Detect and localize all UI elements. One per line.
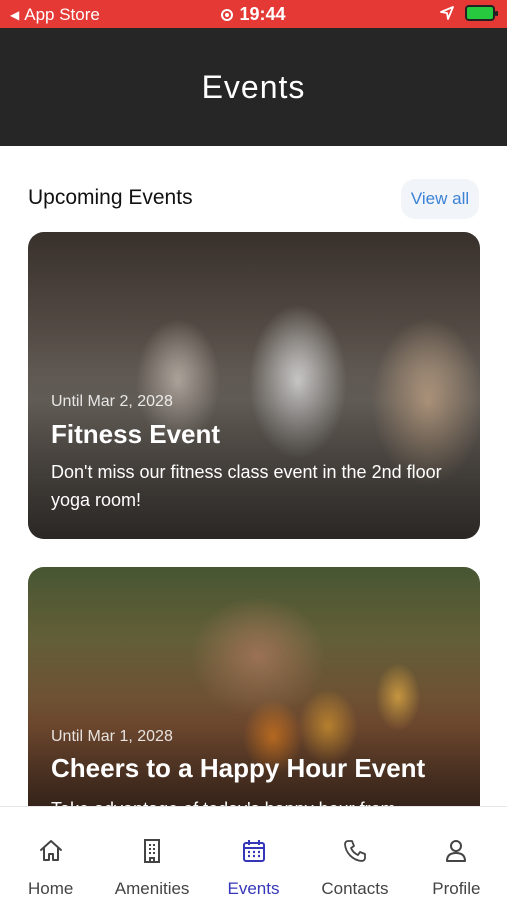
page-title: Events — [201, 68, 306, 105]
nav-item-events[interactable]: Events — [203, 807, 304, 900]
view-all-button[interactable]: View all — [401, 179, 479, 219]
event-title: Cheers to a Happy Hour Event — [51, 753, 426, 783]
event-card[interactable]: Until Mar 2, 2028 Fitness Event Don't mi… — [28, 232, 480, 539]
bottom-nav: Home Amenities Events Contacts Profile — [0, 806, 507, 900]
time-label: 19:44 — [239, 4, 286, 24]
recording-icon — [221, 9, 234, 21]
event-title: Fitness Event — [51, 419, 221, 449]
nav-item-home[interactable]: Home — [0, 807, 101, 900]
nav-label: Profile — [432, 879, 481, 898]
nav-item-amenities[interactable]: Amenities — [101, 807, 202, 900]
event-description: Don't miss our fitness class event in th… — [51, 462, 442, 510]
nav-label: Events — [227, 879, 280, 898]
app-header: Events — [0, 28, 507, 146]
location-arrow-icon — [440, 6, 454, 20]
nav-item-contacts[interactable]: Contacts — [304, 807, 405, 900]
event-date: Until Mar 1, 2028 — [51, 728, 173, 745]
nav-label: Contacts — [321, 879, 389, 898]
event-date: Until Mar 2, 2028 — [51, 393, 173, 410]
building-icon — [144, 839, 161, 863]
nav-label: Amenities — [114, 879, 190, 898]
status-bar: ◀ App Store 19:44 — [0, 0, 507, 28]
home-icon — [39, 840, 62, 861]
section-title: Upcoming Events — [28, 186, 193, 209]
status-time: 19:44 — [0, 4, 507, 25]
battery-icon — [465, 5, 498, 21]
user-icon — [446, 840, 467, 862]
status-icons — [439, 5, 498, 21]
phone-icon — [344, 840, 366, 862]
nav-item-profile[interactable]: Profile — [406, 807, 507, 900]
nav-label: Home — [28, 879, 74, 898]
calendar-icon — [242, 840, 265, 862]
